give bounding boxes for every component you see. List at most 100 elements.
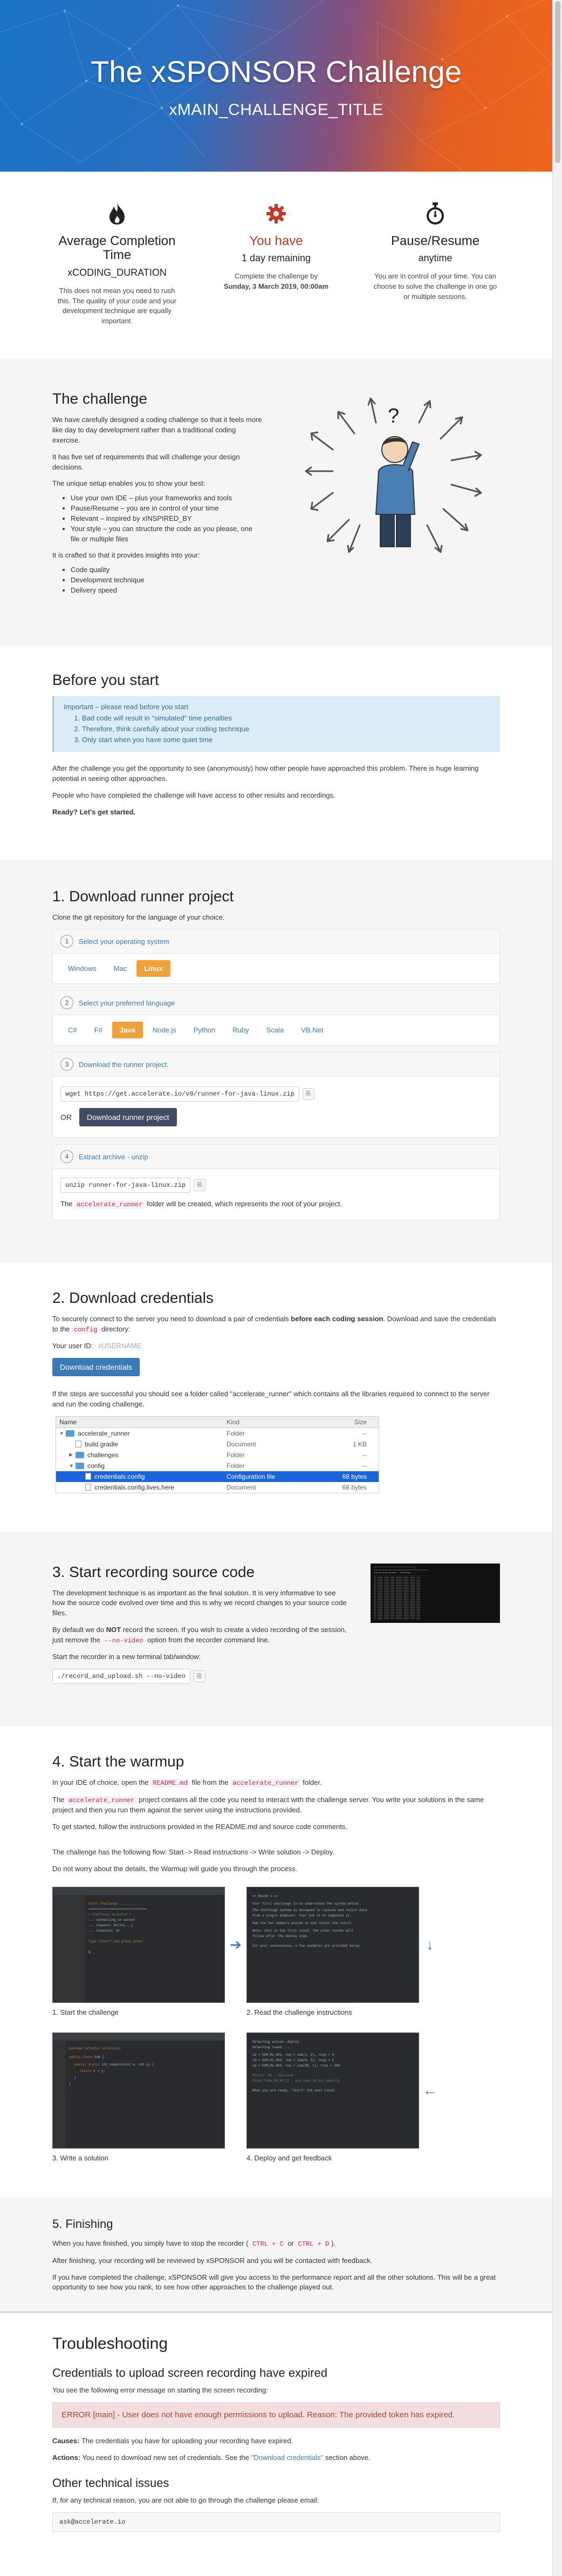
text: option from the recorder command line.: [147, 1635, 270, 1644]
svg-text:id = SUM_R1_003, req = sum(99,: id = SUM_R1_003, req = sum(99, 1), resp …: [252, 2064, 340, 2068]
document-icon: [85, 1473, 91, 1480]
download-runner-button[interactable]: Download runner project: [79, 1108, 177, 1127]
step-number: 3: [60, 1058, 73, 1071]
feature-completion-time: Average Completion Time xCODING_DURATION…: [52, 200, 182, 327]
copy-icon[interactable]: ⎘: [302, 1088, 314, 1100]
arrow-right-icon: ➔: [230, 1936, 242, 1953]
file-tree-row[interactable]: credentials.config Configuration file 68 b…: [56, 1471, 379, 1482]
file-tree-row[interactable]: ▼ accelerate_runner Folder --: [56, 1428, 379, 1439]
flow-step-2: == Round 1 == Your first challenge is to…: [246, 1887, 419, 2016]
section-heading: 4. Start the warmup: [52, 1753, 184, 1770]
gear-icon: [211, 200, 341, 228]
text-bold: NOT: [106, 1626, 121, 1634]
step-download: 3 Download the runner project. wget https…: [52, 1052, 500, 1138]
extract-note: The accelerate_runner folder will be cre…: [60, 1199, 492, 1209]
column-header: Name: [59, 1418, 77, 1426]
feature-description: This does not mean you need to rush this…: [57, 286, 177, 325]
user-id-value: xUSERNAME: [98, 1342, 142, 1350]
text: When you have finished, you simply have …: [52, 2239, 249, 2248]
paragraph: Start the recorder in a new terminal tab…: [52, 1653, 201, 1661]
svg-text:public static int compute(int: public static int compute(int x, int y) …: [74, 2063, 154, 2067]
copy-icon[interactable]: ⎘: [194, 1179, 206, 1192]
file-tree-row[interactable]: build.gradle Document 1 KB: [56, 1439, 379, 1450]
runner-code: accelerate_runner: [230, 1779, 301, 1788]
ready-text: Ready? Let's get started.: [52, 807, 136, 816]
step-os: 1 Select your operating system Windows Ma…: [52, 929, 500, 984]
paragraph: You see the following error message on s…: [52, 2386, 268, 2395]
flow-caption: 1. Start the challenge: [52, 2008, 119, 2017]
file-tree-row[interactable]: credentials.config.lives.here Document 68 …: [56, 1482, 379, 1493]
scrollbar-thumb[interactable]: [555, 1, 560, 163]
flow-caption: 4. Deploy and get feedback: [246, 2154, 332, 2163]
paragraph: To securely connect to the server you ne…: [52, 1314, 500, 1335]
file-tree-row[interactable]: ▶ challenges Folder --: [56, 1450, 379, 1460]
lang-option-python[interactable]: Python: [186, 1022, 223, 1038]
troubleshooting-section: Troubleshooting Credentials to upload sc…: [0, 2311, 552, 2564]
text: directory:: [101, 1324, 131, 1333]
insights-list: Code quality Development technique Deliv…: [52, 565, 263, 596]
download-credentials-link[interactable]: "Download credentials": [251, 2453, 324, 2462]
svg-text:}: }: [69, 2082, 71, 2086]
file-name: accelerate_runner: [78, 1429, 130, 1437]
notice-list: Bad code will result in "simulated" time…: [64, 713, 490, 745]
challenge-paragraph: It is crafted so that it provides insigh…: [52, 551, 200, 560]
list-item: Relevant – inspired by xINSPIRED_BY: [71, 514, 263, 524]
support-email[interactable]: ask@accelerate.io: [52, 2512, 500, 2532]
flow-caption: 2. Read the challenge instructions: [246, 2008, 352, 2017]
paragraph: If the steps are successful you should s…: [52, 1389, 490, 1408]
download-credentials-button[interactable]: Download credentials: [52, 1357, 140, 1376]
step-extract: 4 Extract archive - unzip unzip runner-fo…: [52, 1144, 500, 1220]
feature-title: Pause/Resume: [390, 234, 480, 248]
lang-option-fsharp[interactable]: F#: [87, 1022, 110, 1038]
lang-option-java[interactable]: Java: [112, 1022, 143, 1039]
arrow-left-icon: ←: [423, 2082, 437, 2099]
wget-command[interactable]: wget https://get.accelerate.io/v0/runner…: [60, 1086, 299, 1102]
stopwatch-icon: [371, 200, 500, 228]
lang-option-ruby[interactable]: Ruby: [225, 1022, 256, 1038]
paragraph: If you have completed the challenge, xSP…: [52, 2273, 496, 2292]
feature-pause-resume: Pause/Resume anytime You are in control …: [371, 200, 500, 327]
column-header: Kind: [227, 1418, 240, 1426]
svg-text:... response: ok: ... response: ok: [88, 1929, 120, 1933]
file-kind: Folder: [227, 1462, 245, 1470]
list-item: Pause/Resume – you are in control of you…: [71, 504, 263, 514]
lang-option-nodejs[interactable]: Node.js: [145, 1022, 184, 1038]
deploy-screenshot: Selecting action: deploy Selecting round…: [246, 2033, 419, 2149]
svg-text:Type "start" and press enter: Type "start" and press enter: [88, 1940, 143, 1943]
disclosure-triangle-icon[interactable]: ▼: [69, 1463, 76, 1469]
page-scrollbar[interactable]: [552, 0, 562, 2576]
feature-title: Average Completion Time: [58, 234, 176, 263]
disclosure-triangle-icon[interactable]: ▼: [59, 1431, 66, 1436]
os-option-linux[interactable]: Linux: [136, 960, 170, 977]
file-kind: Document: [227, 1440, 256, 1448]
svg-text:==============================: ==============================: [88, 1907, 147, 1911]
os-option-windows[interactable]: Windows: [60, 960, 104, 977]
confused-person-illustration: ?: [290, 390, 500, 563]
file-tree-row[interactable]: ▼ config Folder --: [56, 1460, 379, 1471]
step-label: Select your operating system: [79, 937, 169, 946]
file-kind: Folder: [227, 1429, 245, 1437]
flow-step-4: Selecting action: deploy Selecting round…: [246, 2033, 419, 2162]
copy-icon[interactable]: ⎘: [193, 1670, 205, 1683]
paragraph: After the challenge you get the opportun…: [52, 764, 479, 783]
folder-icon: [76, 1451, 84, 1458]
step-label: Select your preferred language: [79, 998, 175, 1007]
lang-option-vbnet[interactable]: VB.Net: [293, 1022, 331, 1038]
challenge-section: The challenge We have carefully designed…: [0, 359, 552, 645]
record-command[interactable]: ./record_and_upload.sh --no-video: [52, 1669, 190, 1684]
flow-caption: 3. Write a solution: [52, 2154, 108, 2163]
disclosure-triangle-icon[interactable]: ▶: [69, 1452, 76, 1458]
step-number: 1: [60, 935, 73, 948]
svg-text:id = SUM_R1_002, req = sum(0,: id = SUM_R1_002, req = sum(0, 5), resp =…: [252, 2058, 334, 2062]
file-name: challenges: [87, 1451, 119, 1459]
text: By default we do: [52, 1626, 105, 1634]
lang-option-csharp[interactable]: C#: [60, 1022, 85, 1038]
list-item: Therefore, think carefully about your co…: [82, 724, 490, 735]
section-heading: 2. Download credentials: [52, 1289, 214, 1306]
code-editor-screenshot: package befaster.solutions; public class…: [52, 2033, 225, 2149]
lang-option-scala[interactable]: Scala: [259, 1022, 292, 1038]
runner-code: accelerate_runner: [66, 1796, 137, 1805]
or-label: OR: [60, 1113, 72, 1122]
unzip-command[interactable]: unzip runner-for-java-linux.zip: [60, 1178, 191, 1193]
os-option-mac[interactable]: Mac: [106, 960, 135, 977]
